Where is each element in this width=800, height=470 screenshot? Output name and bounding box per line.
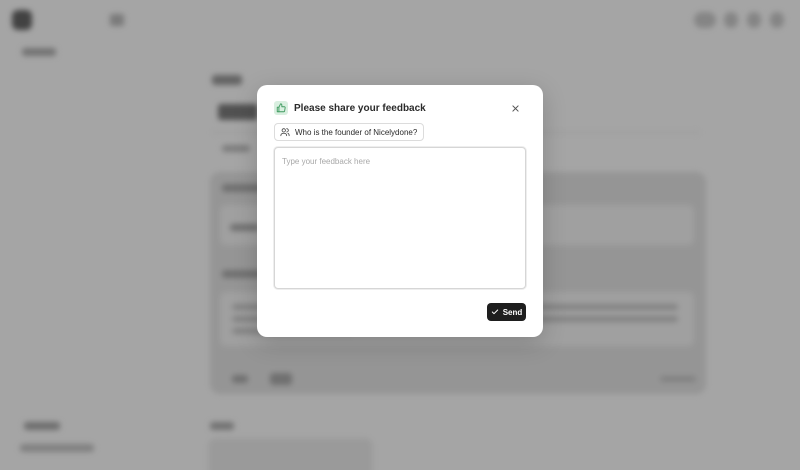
feedback-dialog: Please share your feedback Who is the fo… (257, 85, 543, 337)
close-icon (511, 104, 519, 112)
thumbs-up-icon (274, 101, 288, 115)
close-button[interactable] (509, 102, 521, 114)
question-chip: Who is the founder of Nicelydone? (274, 123, 425, 141)
check-icon (491, 309, 498, 315)
question-text: Who is the founder of Nicelydone? (295, 127, 418, 137)
user-icon (280, 127, 290, 137)
send-label: Send (502, 307, 523, 317)
feedback-textarea[interactable] (274, 147, 526, 289)
send-button[interactable]: Send (487, 303, 526, 321)
dialog-header: Please share your feedback (274, 100, 526, 116)
dialog-title: Please share your feedback (294, 102, 426, 114)
